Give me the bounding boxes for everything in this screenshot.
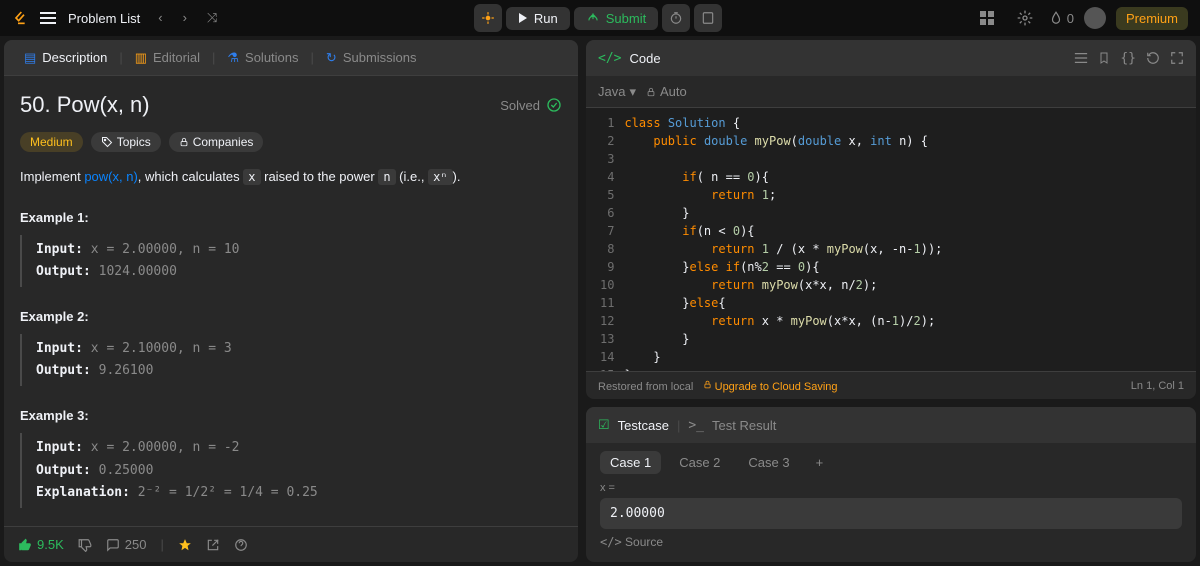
chevron-down-icon: ▾ [629, 84, 636, 100]
run-button[interactable]: Run [506, 7, 570, 30]
submit-label: Submit [606, 11, 646, 26]
share-button[interactable] [206, 538, 220, 552]
problem-description: Implement pow(x, n), which calculates x … [20, 166, 562, 188]
code-icon: </> [598, 51, 621, 66]
source-icon: </> [600, 535, 622, 549]
test-result-tab[interactable]: Test Result [712, 418, 776, 433]
cursor-position: Ln 1, Col 1 [1131, 380, 1184, 392]
difficulty-badge: Medium [20, 132, 83, 152]
run-label: Run [534, 11, 558, 26]
testcase-tab[interactable]: Testcase [618, 418, 669, 433]
example-2-title: Example 2: [20, 309, 562, 324]
example-3: Input: x = 2.00000, n = -2 Output: 0.250… [20, 433, 562, 507]
language-selector[interactable]: Java ▾ [598, 84, 636, 100]
tag-icon [101, 136, 113, 148]
tab-submissions[interactable]: ↻ Submissions [318, 46, 425, 70]
prev-problem[interactable]: ‹ [152, 8, 168, 28]
next-problem[interactable]: › [177, 8, 193, 28]
editorial-icon: ▥ [135, 50, 147, 66]
testcase-icon: ☑ [598, 417, 610, 433]
example-2: Input: x = 2.10000, n = 3 Output: 9.2610… [20, 334, 562, 386]
dislike-button[interactable] [78, 538, 92, 552]
description-icon: ▤ [24, 50, 36, 66]
comments-button[interactable]: 250 [106, 537, 147, 552]
problem-title: 50. Pow(x, n) [20, 92, 150, 118]
tab-editorial[interactable]: ▥ Editorial [127, 46, 208, 70]
pow-link[interactable]: pow(x, n) [84, 169, 137, 184]
code-header-label: Code [629, 51, 660, 66]
bookmark-icon[interactable] [1098, 51, 1110, 66]
solutions-icon: ⚗ [227, 50, 239, 66]
test-var-label: x = [600, 482, 1182, 494]
example-1: Input: x = 2.00000, n = 10 Output: 1024.… [20, 235, 562, 287]
lock-icon [700, 381, 715, 393]
user-avatar[interactable] [1084, 7, 1106, 29]
solved-status: Solved [500, 97, 562, 113]
star-button[interactable] [178, 538, 192, 552]
terminal-icon: >_ [688, 418, 704, 433]
lock-icon [179, 136, 189, 148]
check-icon [546, 97, 562, 113]
add-case-button[interactable]: + [808, 451, 832, 474]
test-input-x[interactable]: 2.00000 [600, 498, 1182, 529]
code-editor[interactable]: 123456789101112131415 class Solution { p… [586, 108, 1196, 371]
logo[interactable] [12, 10, 28, 26]
shuffle-icon[interactable]: ⤨ [201, 8, 223, 28]
case-3-tab[interactable]: Case 3 [738, 451, 799, 474]
layout-icon[interactable] [973, 4, 1001, 32]
braces-icon[interactable]: {} [1120, 51, 1136, 66]
menu-icon[interactable] [40, 11, 56, 25]
like-button[interactable]: 9.5K [18, 537, 64, 552]
streak-count: 0 [1067, 11, 1074, 26]
topics-badge[interactable]: Topics [91, 132, 161, 152]
tab-solutions[interactable]: ⚗ Solutions [219, 46, 306, 70]
auto-selector[interactable]: Auto [646, 84, 687, 99]
debug-icon[interactable] [474, 4, 502, 32]
format-icon[interactable] [1074, 51, 1088, 66]
example-1-title: Example 1: [20, 210, 562, 225]
problem-list-link[interactable]: Problem List [68, 11, 140, 26]
restored-label: Restored from local [598, 381, 693, 393]
upgrade-link[interactable]: Upgrade to Cloud Saving [715, 381, 838, 393]
companies-badge[interactable]: Companies [169, 132, 264, 152]
example-3-title: Example 3: [20, 408, 562, 423]
source-link[interactable]: Source [625, 535, 663, 549]
notes-icon[interactable] [694, 4, 722, 32]
premium-button[interactable]: Premium [1116, 7, 1188, 30]
case-1-tab[interactable]: Case 1 [600, 451, 661, 474]
help-button[interactable] [234, 538, 248, 552]
submit-button[interactable]: Submit [574, 7, 658, 30]
submissions-icon: ↻ [326, 50, 337, 66]
timer-icon[interactable] [662, 4, 690, 32]
tab-description[interactable]: ▤ Description [16, 46, 115, 70]
case-2-tab[interactable]: Case 2 [669, 451, 730, 474]
settings-icon[interactable] [1011, 4, 1039, 32]
fullscreen-icon[interactable] [1170, 51, 1184, 66]
reset-icon[interactable] [1146, 51, 1160, 66]
streak-counter[interactable]: 0 [1049, 11, 1074, 26]
